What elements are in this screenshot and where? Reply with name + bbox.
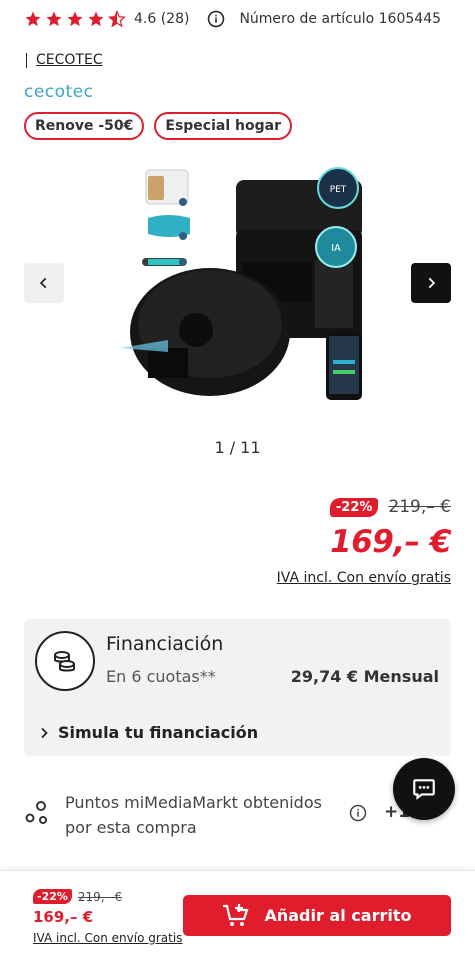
chat-icon — [413, 779, 435, 800]
robot-body-image — [120, 268, 290, 396]
rating-stars — [24, 10, 126, 28]
star-icon — [46, 11, 62, 27]
rating-value[interactable]: 4.6 (28) — [134, 11, 189, 27]
points-bubbles-icon — [25, 801, 47, 824]
chevron-right-icon — [428, 277, 436, 289]
financing-title: Financiación — [106, 633, 224, 655]
tax-shipping-link[interactable]: IVA incl. Con envío gratis — [277, 570, 451, 586]
star-icon — [88, 11, 104, 27]
brand-link[interactable]: CECOTEC — [36, 52, 103, 68]
add-to-cart-button[interactable]: Añadir al carrito — [183, 895, 451, 936]
phone-app-image — [326, 330, 362, 400]
bar-tax-shipping-link[interactable]: IVA incl. Con envío gratis — [33, 931, 182, 945]
accessory-brush-image — [142, 258, 187, 266]
bar-old-price: 219,– € — [77, 889, 123, 904]
financing-card: Financiación En 6 cuotas** 29,74 € Mensu… — [24, 619, 451, 756]
points-description: Puntos miMediaMarkt obtenidos por esta c… — [65, 790, 322, 840]
financing-subtitle: En 6 cuotas** — [106, 667, 216, 686]
points-text-line: por esta compra — [65, 818, 197, 837]
gallery-prev-button[interactable] — [24, 263, 64, 303]
discount-row: -22% 219,– € — [329, 497, 451, 517]
svg-text:IA: IA — [331, 243, 341, 254]
gallery-pager: 1 / 11 — [214, 438, 261, 457]
coins-icon — [35, 631, 95, 691]
simulate-financing-link[interactable]: Simula tu financiación — [38, 723, 258, 742]
svg-text:PET: PET — [330, 185, 347, 195]
gallery-next-button[interactable] — [411, 263, 451, 303]
bar-discount-badge: -22% — [33, 889, 72, 904]
sticky-cart-bar: -22% 219,– € 169,– € IVA incl. Con envío… — [0, 870, 475, 967]
discount-badge: -22% — [329, 497, 379, 517]
robot-vacuum-image: PET IA — [120, 167, 362, 400]
product-image[interactable]: PET IA — [0, 160, 475, 410]
star-half-icon — [108, 10, 126, 28]
chat-button[interactable] — [393, 758, 455, 820]
promo-tag[interactable]: Renove -50€ — [24, 112, 145, 140]
loyalty-points-row: Puntos miMediaMarkt obtenidos por esta c… — [24, 790, 451, 842]
rating-row[interactable]: 4.6 (28) Número de artículo 1605445 — [24, 8, 441, 30]
old-price: 219,– € — [388, 497, 451, 517]
simulate-financing-label: Simula tu financiación — [58, 723, 259, 742]
info-icon[interactable] — [207, 10, 225, 28]
star-icon — [25, 11, 41, 27]
chevron-right-icon — [41, 727, 48, 738]
chevron-left-icon — [39, 277, 47, 289]
bar-discount-row: -22% 219,– € — [33, 889, 122, 904]
accessory-bag-image — [145, 169, 189, 206]
brand-row: CECOTEC — [26, 52, 103, 68]
points-text-line: Puntos miMediaMarkt obtenidos — [65, 793, 322, 812]
accessory-mop-image — [148, 215, 190, 240]
current-price: 169,– € — [330, 524, 451, 560]
cart-add-icon — [223, 903, 250, 926]
divider — [26, 52, 27, 68]
promo-tags: Renove -50€ Especial hogar — [24, 112, 292, 140]
financing-monthly: 29,74 € Mensual — [290, 667, 439, 686]
promo-tag[interactable]: Especial hogar — [154, 112, 292, 140]
brand-logo[interactable]: cecotec — [24, 82, 94, 102]
article-number: Número de artículo 1605445 — [239, 11, 442, 27]
bar-current-price: 169,– € — [33, 908, 94, 926]
add-to-cart-label: Añadir al carrito — [264, 906, 412, 925]
star-icon — [67, 11, 83, 27]
info-icon[interactable] — [349, 804, 367, 822]
